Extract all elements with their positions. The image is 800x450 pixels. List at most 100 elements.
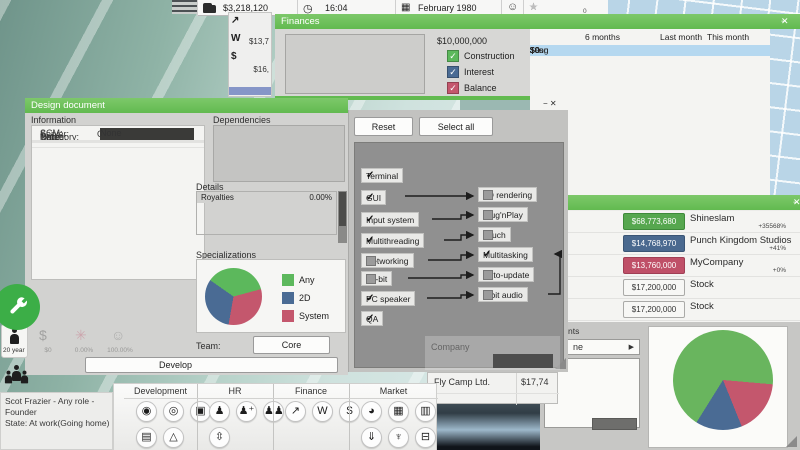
trend-icon[interactable]: ↗ — [285, 401, 306, 422]
hire-employee-icon[interactable]: ♟⁺ — [236, 401, 257, 422]
finances-title: Finances — [281, 16, 320, 27]
stock-row[interactable]: $14,768,970Punch Kingdom Studios+41% — [568, 233, 800, 255]
col-6months: 6 months — [585, 32, 620, 42]
feature-multitasking[interactable]: ✓Multitasking — [478, 247, 533, 262]
feature-8-bit-audio[interactable]: 8-bit audio — [478, 287, 528, 302]
spec-legend-2d: 2D — [282, 292, 342, 306]
info-value[interactable]: None — [100, 128, 122, 138]
group-person-icon — [21, 371, 28, 384]
stock-titlebar[interactable] — [568, 195, 800, 210]
stock-window: −✕ $68,773,680Shineslam+35568%$14,768,97… — [568, 195, 800, 322]
chart-icon[interactable]: W — [312, 401, 333, 422]
feature-input-system[interactable]: ✓Input system — [361, 212, 419, 227]
status-line: Scot Frazier - Any role - — [5, 396, 94, 406]
stock-value-chip: $68,773,680 — [623, 213, 685, 230]
dropdown-value: ne — [573, 342, 583, 352]
group-person-icon — [12, 365, 21, 381]
finances-y-max: $10,000,000 — [437, 36, 487, 46]
feature-multithreading[interactable]: ✓Multithreading — [361, 233, 424, 248]
employee-icon[interactable]: ♟ — [209, 401, 230, 422]
dollar-icon[interactable]: $ — [231, 51, 237, 62]
stock-name: MyCompany — [690, 257, 743, 268]
os-disc-icon[interactable]: ◎ — [163, 401, 184, 422]
stock-row[interactable]: $17,200,000Stock — [568, 299, 800, 321]
distribution-icon[interactable]: ⇓ — [361, 427, 382, 448]
spec-legend-label: Any — [299, 275, 315, 285]
stocks-icon[interactable]: ▦ — [388, 401, 409, 422]
details-scrollbar[interactable] — [338, 191, 347, 243]
team-label: Team: — [196, 341, 221, 351]
modules-icon[interactable]: ◉ — [136, 401, 157, 422]
feature-gui[interactable]: ✓GUI — [361, 190, 386, 205]
person-icon — [10, 328, 19, 344]
legend-checkbox[interactable]: ✓ — [447, 66, 459, 78]
mini-window-controls[interactable]: − ✕ — [543, 99, 557, 108]
dependencies-label: Dependencies — [213, 115, 271, 125]
feature-pc-speaker[interactable]: ✓PC speaker — [361, 291, 415, 306]
toolbar-header-line — [273, 398, 349, 399]
stock-name: Shineslam — [690, 213, 734, 224]
finance-table-titlebar[interactable]: −✕ — [530, 14, 800, 29]
feature-networking[interactable]: Networking — [361, 253, 414, 268]
side-axis-label: $16, — [253, 65, 269, 74]
feature-terminal[interactable]: ✓Terminal — [361, 168, 403, 183]
spec-legend-system: System — [282, 310, 342, 324]
faded-stat-label: 100.00% — [105, 347, 135, 354]
status-line: Founder — [5, 407, 37, 417]
payments-header-fragment: nts — [568, 326, 579, 336]
team-select-button[interactable]: Core — [253, 336, 330, 354]
legend-label: Balance — [464, 83, 497, 93]
legend-label: Construction — [464, 51, 515, 61]
detail-row: Royalties0.00% — [197, 192, 336, 203]
faded-stat: ☺100.00% — [103, 325, 135, 361]
stock-change: +35568% — [758, 223, 786, 230]
payments-window: nts ne ▶ — [540, 322, 800, 450]
toolbar-header-line — [197, 398, 273, 399]
side-chart-panel: ↗W$ $13,7$16, — [228, 12, 272, 97]
legend-checkbox[interactable]: ✓ — [447, 50, 459, 62]
publisher-icon[interactable]: ♆ — [388, 427, 409, 448]
spec-legend-swatch — [282, 310, 294, 322]
line-chart-icon[interactable]: W — [231, 33, 240, 44]
toolbar-section-title: Finance — [273, 386, 349, 396]
info-row: SCM:None — [32, 126, 204, 141]
calendar-deals-icon[interactable]: ⊟ — [415, 427, 436, 448]
trend-arrow-icon[interactable]: ↗ — [231, 15, 239, 26]
company-row-name[interactable]: Fly Camp Ltd. — [434, 377, 490, 387]
faded-stat-icon: ✳ — [75, 327, 87, 344]
finance-pie-chart — [673, 330, 773, 430]
news-icon[interactable]: ▥ — [415, 401, 436, 422]
legend-label: Interest — [464, 67, 494, 77]
group-tool[interactable] — [3, 361, 33, 393]
specializations-box: Any 2D System — [196, 259, 346, 333]
specializations-pie-chart — [205, 268, 262, 325]
info-label: SCM: — [32, 128, 100, 138]
stock-row[interactable]: $68,773,680 Shineslam +35568% — [568, 211, 800, 233]
computer-icon[interactable]: ▣ — [190, 401, 211, 422]
stock-row[interactable]: $17,200,000Stock — [568, 277, 800, 299]
stock-row[interactable]: $13,760,000MyCompany+0% — [568, 255, 800, 277]
legend-checkbox[interactable]: ✓ — [447, 82, 459, 94]
market-globe-icon[interactable]: ◕ — [361, 401, 382, 422]
design-titlebar[interactable]: Design document — [25, 98, 348, 113]
stock-value-chip: $13,760,000 — [623, 257, 685, 274]
feature-plug-nplay[interactable]: Plug'nPlay — [478, 207, 528, 222]
mood-smiley-icon: ☺ — [507, 1, 518, 13]
pie-panel — [648, 326, 788, 448]
feature-qa[interactable]: ✓QA — [361, 311, 383, 326]
stock-name: Stock — [690, 279, 714, 290]
feature-64-bit[interactable]: 64-bit — [361, 271, 392, 286]
payments-button[interactable] — [592, 418, 637, 430]
contract-icon[interactable]: ▤ — [136, 427, 157, 448]
finance-table-row: on$0$0$0 — [530, 45, 770, 56]
feature-3d-rendering[interactable]: 3D rendering — [478, 187, 537, 202]
roles-icon[interactable]: ⇳ — [209, 427, 230, 448]
company-header: Company — [431, 342, 470, 352]
feature-touch[interactable]: Touch — [478, 227, 511, 242]
company-tab[interactable] — [493, 354, 553, 368]
resize-handle[interactable] — [786, 436, 797, 447]
money-icon-2 — [209, 5, 216, 13]
feature-auto-update[interactable]: Auto-update — [478, 267, 534, 282]
information-label: Information — [31, 115, 76, 125]
research-icon[interactable]: △ — [163, 427, 184, 448]
